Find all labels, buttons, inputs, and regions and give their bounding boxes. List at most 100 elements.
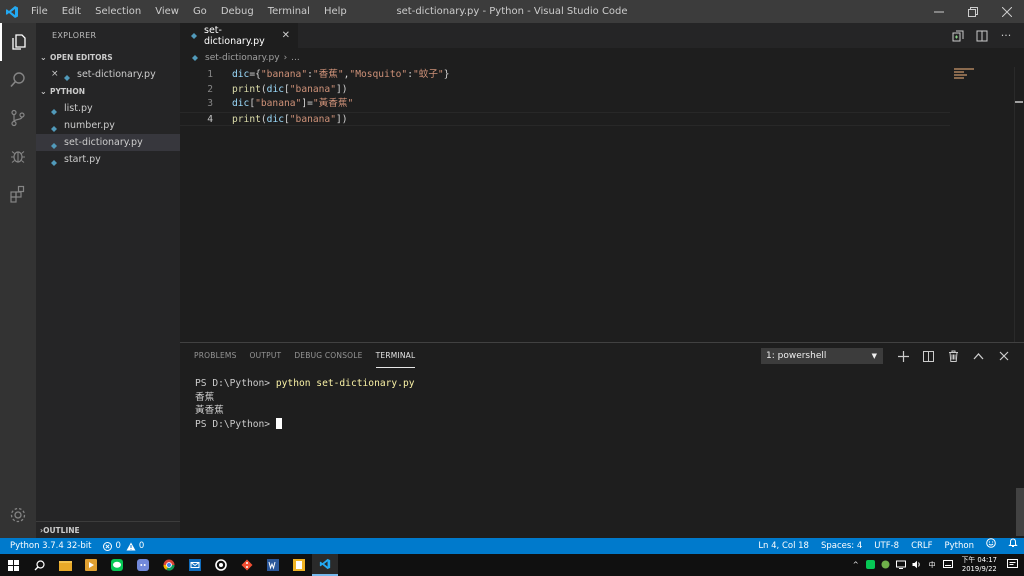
kill-terminal-trash-icon[interactable]: [941, 350, 966, 362]
search-icon[interactable]: [0, 61, 36, 99]
panel-tab-terminal[interactable]: TERMINAL: [375, 343, 416, 368]
menu-file[interactable]: File: [24, 0, 55, 23]
clock-time: 下午 04:17: [962, 556, 997, 565]
taskbar-search-icon[interactable]: [26, 554, 52, 576]
python-file-icon: [50, 122, 58, 132]
python-folder-header[interactable]: ⌄ PYTHON: [36, 83, 180, 100]
network-icon[interactable]: [895, 560, 906, 571]
dropdown-caret-icon: ▼: [871, 352, 877, 360]
line-ending[interactable]: CRLF: [905, 538, 938, 554]
panel-tab-debug-console[interactable]: DEBUG CONSOLE: [294, 343, 362, 368]
media-app-icon[interactable]: [78, 554, 104, 576]
mail-app-icon[interactable]: [182, 554, 208, 576]
panel-tab-problems[interactable]: PROBLEMS: [194, 343, 237, 368]
editor-actions: ···: [946, 23, 1018, 48]
file-item-label: list.py: [64, 103, 93, 114]
circle-app-icon[interactable]: [208, 554, 234, 576]
menu-selection[interactable]: Selection: [88, 0, 148, 23]
keyboard-icon[interactable]: [942, 560, 953, 570]
close-tab-icon[interactable]: ✕: [282, 30, 290, 41]
indentation[interactable]: Spaces: 4: [815, 538, 868, 554]
bottom-panel: PROBLEMS OUTPUT DEBUG CONSOLE TERMINAL 1: p…: [180, 342, 1024, 538]
language-mode[interactable]: Python: [939, 538, 980, 554]
vscode-taskbar-icon[interactable]: [312, 554, 338, 576]
open-editors-header[interactable]: ⌄ OPEN EDITORS: [36, 49, 180, 66]
more-actions-icon[interactable]: ···: [994, 29, 1018, 42]
file-item[interactable]: start.py: [36, 151, 180, 168]
panel-tab-output[interactable]: OUTPUT: [250, 343, 282, 368]
file-list: list.py number.py set-dictionary.py start.p…: [36, 100, 180, 168]
breadcrumb-file[interactable]: set-dictionary.py: [205, 53, 280, 63]
clock[interactable]: 下午 04:17 2019/9/22: [962, 556, 997, 574]
menu-view[interactable]: View: [148, 0, 186, 23]
code-token: "黃香蕉": [312, 98, 354, 109]
restore-button[interactable]: [956, 0, 990, 23]
chat-app-icon[interactable]: [130, 554, 156, 576]
minimize-button[interactable]: [922, 0, 956, 23]
new-terminal-icon[interactable]: [891, 350, 916, 362]
file-item[interactable]: set-dictionary.py: [36, 134, 180, 151]
code-token: "Mosquito": [349, 69, 408, 80]
terminal-selector[interactable]: 1: powershell ▼: [761, 348, 883, 364]
breadcrumb-separator-icon: ›: [283, 53, 288, 63]
manage-gear-icon[interactable]: [0, 496, 36, 534]
volume-icon[interactable]: [912, 560, 922, 571]
menu-debug[interactable]: Debug: [214, 0, 261, 23]
debug-icon[interactable]: [0, 137, 36, 175]
outline-header[interactable]: › OUTLINE: [36, 521, 180, 538]
code-token: "banana": [260, 69, 308, 80]
panel-scrollbar[interactable]: [1016, 488, 1024, 536]
maximize-panel-icon[interactable]: [966, 352, 991, 360]
notifications-bell-icon[interactable]: [1002, 538, 1024, 554]
line-number: 4: [207, 113, 213, 125]
code-token: ]): [336, 113, 348, 125]
code-token: print: [232, 83, 261, 95]
tray-app-icon[interactable]: [865, 559, 875, 571]
menu-go[interactable]: Go: [186, 0, 214, 23]
file-explorer-icon[interactable]: [52, 554, 78, 576]
close-panel-icon[interactable]: [991, 351, 1016, 361]
cursor-position[interactable]: Ln 4, Col 18: [752, 538, 815, 554]
explorer-icon[interactable]: [0, 23, 36, 61]
close-window-button[interactable]: [990, 0, 1024, 23]
minimap[interactable]: [954, 67, 984, 342]
line-app-icon[interactable]: [104, 554, 130, 576]
word-icon[interactable]: [260, 554, 286, 576]
input-method[interactable]: 中: [929, 560, 936, 570]
file-item[interactable]: number.py: [36, 117, 180, 134]
editor-scrollbar[interactable]: [1014, 67, 1024, 342]
terminal-output[interactable]: PS D:\Python> python set-dictionary.py 香…: [195, 377, 415, 431]
code-editor[interactable]: 1 dic={"banana":"香蕉","Mosquito":"蚊子"} 2 pri…: [180, 67, 1024, 342]
show-hidden-icons-icon[interactable]: ^: [853, 561, 859, 569]
close-editor-icon[interactable]: ×: [51, 66, 63, 83]
source-control-icon[interactable]: [0, 99, 36, 137]
windows-start-icon[interactable]: [0, 554, 26, 576]
open-editor-item[interactable]: × set-dictionary.py: [36, 66, 180, 83]
terminal-output-line: 黃香蕉: [195, 405, 224, 416]
breadcrumb-rest[interactable]: ...: [291, 53, 300, 63]
split-editor-icon[interactable]: [970, 30, 994, 42]
title-bar: File Edit Selection View Go Debug Terminal Help…: [0, 0, 1024, 23]
menu-edit[interactable]: Edit: [55, 0, 88, 23]
file-item[interactable]: list.py: [36, 100, 180, 117]
notes-app-icon[interactable]: [286, 554, 312, 576]
extensions-icon[interactable]: [0, 175, 36, 213]
git-app-icon[interactable]: [234, 554, 260, 576]
tray-sync-icon[interactable]: [881, 560, 890, 571]
problems-indicator[interactable]: 0 0: [97, 538, 150, 554]
python-file-icon: [50, 105, 58, 115]
python-interpreter[interactable]: Python 3.7.4 32-bit: [0, 538, 97, 554]
menu-terminal[interactable]: Terminal: [261, 0, 317, 23]
editor-tab-bar: set-dictionary.py ✕ ···: [180, 23, 1024, 48]
encoding[interactable]: UTF-8: [868, 538, 905, 554]
code-token: "banana": [289, 83, 336, 95]
open-changes-icon[interactable]: [946, 30, 970, 42]
code-text: dic={"banana":"香蕉","Mosquito":"蚊子"}: [232, 68, 450, 82]
split-terminal-icon[interactable]: [916, 350, 941, 362]
action-center-icon[interactable]: [1007, 559, 1018, 571]
menu-help[interactable]: Help: [317, 0, 354, 23]
editor-tab[interactable]: set-dictionary.py ✕: [180, 23, 298, 48]
feedback-smiley-icon[interactable]: [980, 538, 1002, 554]
chrome-icon[interactable]: [156, 554, 182, 576]
clock-date: 2019/9/22: [961, 565, 997, 573]
